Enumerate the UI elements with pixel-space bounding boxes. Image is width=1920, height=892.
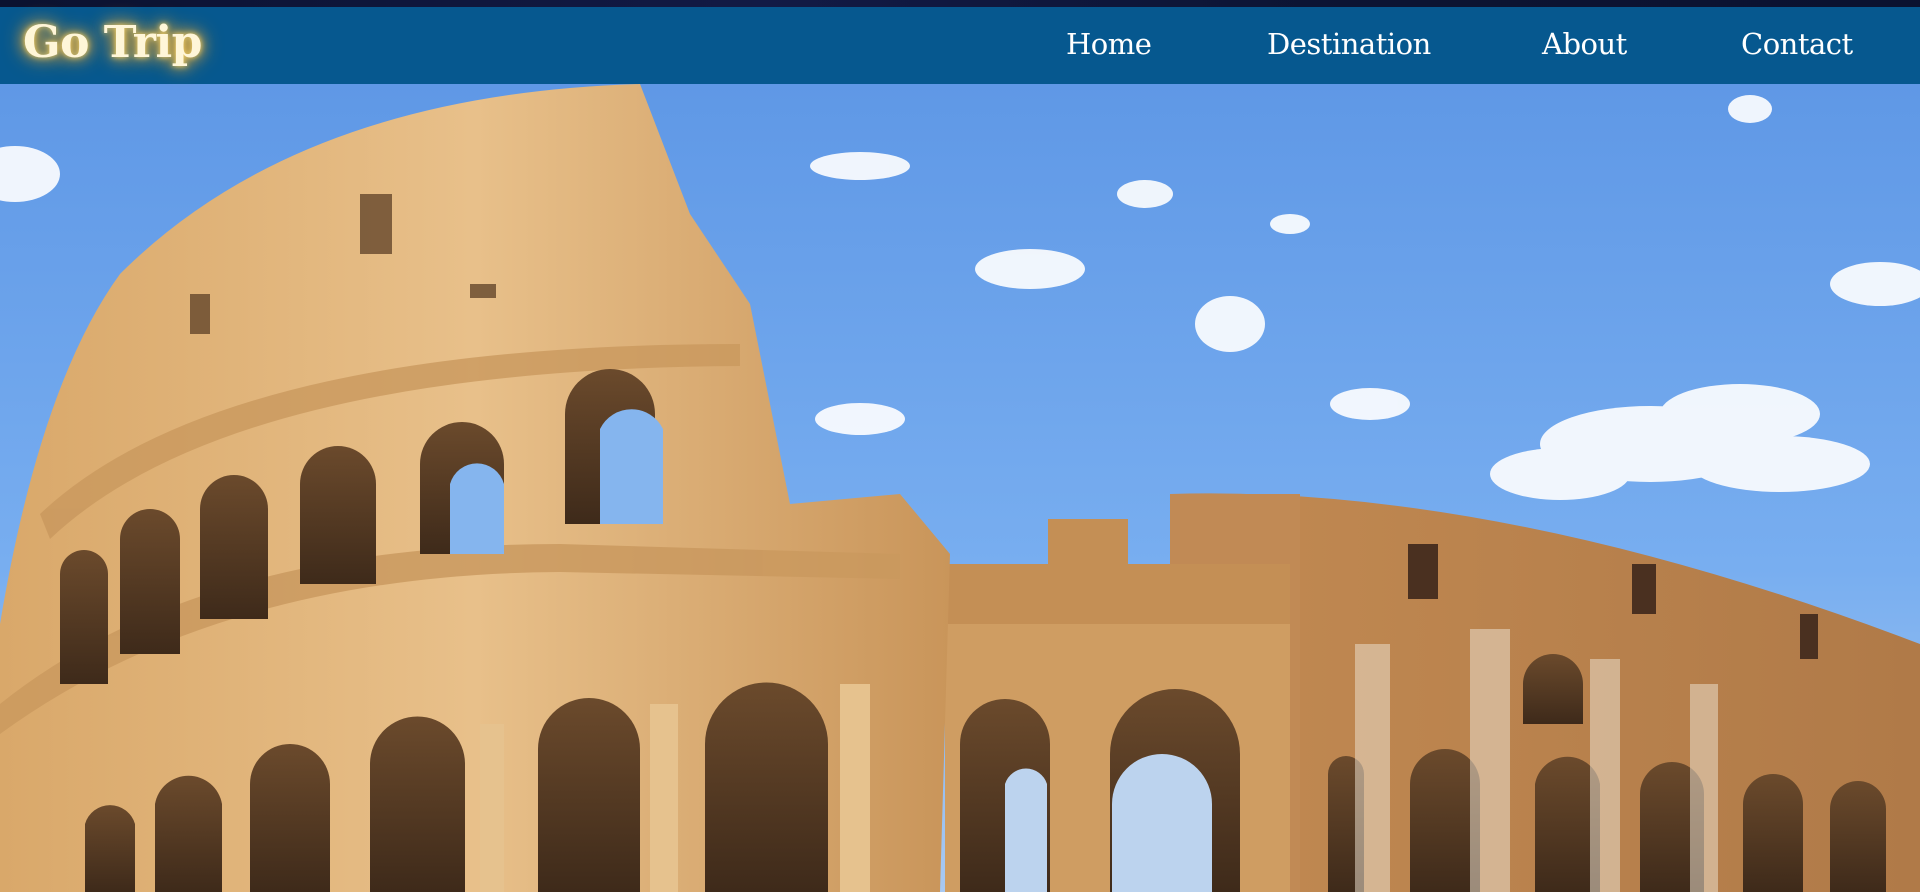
top-border-strip	[0, 0, 1920, 7]
brand-logo[interactable]: Go Trip	[23, 17, 202, 68]
nav-link-about[interactable]: About	[1542, 27, 1627, 61]
colosseum-hero-image	[0, 84, 1920, 892]
hero-banner	[0, 84, 1920, 892]
navbar: Go Trip Home Destination About Contact	[0, 7, 1920, 84]
nav-link-contact[interactable]: Contact	[1741, 27, 1853, 61]
nav-link-destination[interactable]: Destination	[1267, 27, 1431, 61]
nav-link-home[interactable]: Home	[1066, 27, 1152, 61]
